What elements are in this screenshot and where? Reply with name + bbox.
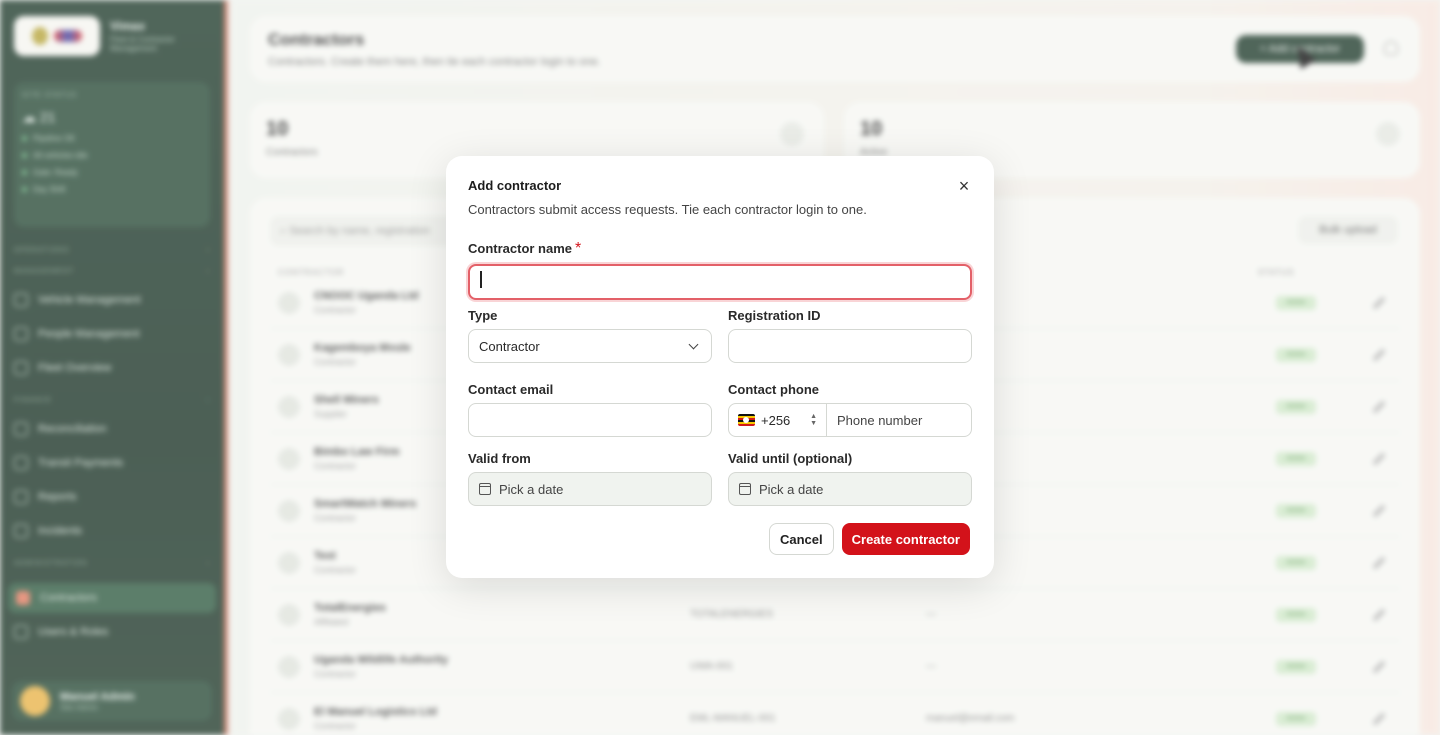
- country-code-value: +256: [761, 412, 791, 428]
- type-selected-value: Contractor: [479, 338, 540, 354]
- registration-id-label: Registration ID: [728, 308, 821, 323]
- dialog-actions: Cancel Create contractor: [768, 523, 970, 555]
- contractor-name-field: Contractor name *: [468, 240, 972, 300]
- contact-phone-label: Contact phone: [728, 382, 819, 397]
- valid-from-date-picker[interactable]: Pick a date: [468, 472, 712, 506]
- uganda-flag-icon: [738, 414, 755, 426]
- phone-number-input[interactable]: [827, 412, 967, 428]
- type-select[interactable]: Contractor: [468, 329, 712, 363]
- valid-until-label: Valid until (optional): [728, 451, 853, 466]
- calendar-icon: [739, 483, 751, 495]
- close-icon[interactable]: ×: [956, 177, 972, 195]
- required-mark: *: [575, 240, 582, 257]
- calendar-icon: [479, 483, 491, 495]
- contractor-name-input[interactable]: [468, 264, 972, 300]
- add-contractor-dialog: Add contractor Contractors submit access…: [446, 156, 994, 578]
- country-code-select[interactable]: +256 ▲ ▼: [729, 404, 827, 436]
- registration-id-input[interactable]: [728, 329, 972, 363]
- contractor-name-label: Contractor name: [468, 241, 573, 256]
- contact-email-label: Contact email: [468, 382, 554, 397]
- contact-email-input[interactable]: [468, 403, 712, 437]
- valid-until-date-picker[interactable]: Pick a date: [728, 472, 972, 506]
- contact-phone-field: +256 ▲ ▼: [728, 403, 972, 437]
- chevron-down-icon: [688, 339, 699, 349]
- valid-from-label: Valid from: [468, 451, 531, 466]
- up-down-chevron-icon: ▲ ▼: [810, 412, 817, 427]
- text-caret: [480, 271, 482, 288]
- dialog-title: Add contractor: [468, 178, 562, 193]
- cancel-button[interactable]: Cancel: [768, 523, 834, 555]
- create-contractor-button[interactable]: Create contractor: [841, 523, 970, 555]
- dialog-subtitle: Contractors submit access requests. Tie …: [468, 202, 867, 217]
- valid-until-placeholder: Pick a date: [759, 481, 824, 497]
- type-label: Type: [468, 308, 498, 323]
- valid-from-placeholder: Pick a date: [499, 481, 564, 497]
